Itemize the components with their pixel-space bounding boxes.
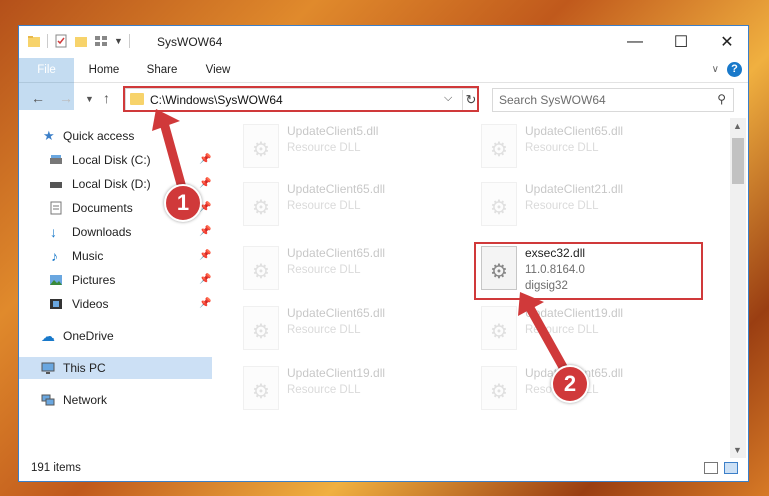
sidebar-item-label: Quick access [63, 129, 135, 143]
sidebar-item-label: OneDrive [63, 329, 114, 343]
scroll-up-icon[interactable]: ▲ [733, 121, 742, 131]
sidebar-item-label: Local Disk (C:) [72, 153, 151, 167]
file-type: Resource DLL [525, 200, 599, 212]
pc-icon [41, 362, 55, 374]
sidebar-item-onedrive[interactable]: ☁ OneDrive [19, 325, 212, 347]
quick-access-toolbar: ▼ [27, 34, 130, 48]
navigation-row: ← → ▼ ↑ C:\Windows\SysWOW64 ⌵ ↻ Search S… [19, 86, 748, 116]
dll-file-icon: ⚙ [243, 124, 279, 168]
list-item[interactable]: ⚙ UpdateClient65.dll Resource DLL [239, 180, 459, 232]
ribbon: File Home Share View ∨ ? [19, 58, 748, 110]
tab-share[interactable]: Share [139, 58, 185, 82]
file-type: Resource DLL [287, 200, 361, 212]
pin-icon[interactable]: 📌 [199, 293, 211, 315]
music-icon: ♪ [51, 248, 58, 264]
new-folder-icon[interactable] [74, 34, 88, 48]
file-highlight-box [474, 242, 703, 300]
pin-icon[interactable]: 📌 [199, 269, 211, 291]
sidebar-item-label: This PC [63, 361, 106, 375]
pictures-icon [50, 275, 62, 285]
dll-file-icon: ⚙ [243, 246, 279, 290]
close-button[interactable]: ✕ [704, 26, 748, 58]
window-title: SysWOW64 [157, 35, 223, 49]
file-type: Resource DLL [287, 324, 361, 336]
tab-view[interactable]: View [195, 58, 241, 82]
file-name: UpdateClient65.dll [525, 124, 624, 138]
customize-toolbar-icon[interactable] [94, 34, 108, 48]
sidebar-item-label: Music [72, 249, 104, 263]
scrollbar-thumb[interactable] [732, 138, 744, 184]
drive-icon [50, 155, 62, 164]
pin-icon[interactable]: 📌 [199, 245, 211, 267]
download-icon: ↓ [50, 224, 57, 240]
videos-icon [50, 299, 62, 309]
dll-file-icon: ⚙ [243, 306, 279, 350]
details-view-icon[interactable] [704, 462, 718, 474]
expand-ribbon-icon[interactable]: ∨ [712, 64, 719, 75]
forward-arrow-icon[interactable]: → [59, 90, 73, 106]
folder-icon [28, 36, 40, 47]
list-item[interactable]: ⚙ UpdateClient21.dll Resource DLL [477, 180, 697, 232]
search-icon[interactable]: ⚲ [717, 92, 726, 106]
dll-file-icon: ⚙ [481, 124, 517, 168]
file-type: Resource DLL [287, 142, 361, 154]
status-bar: 191 items [19, 458, 748, 481]
file-name: UpdateClient65.dll [287, 182, 386, 196]
sidebar-item-pictures[interactable]: Pictures 📌 [19, 269, 212, 291]
tiles-view-icon[interactable] [724, 462, 738, 474]
sidebar-item-label: Videos [72, 297, 109, 311]
file-name: UpdateClient21.dll [525, 182, 624, 196]
documents-icon [50, 201, 62, 215]
dll-file-icon: ⚙ [243, 366, 279, 410]
file-type: Resource DLL [287, 384, 361, 396]
list-item[interactable]: ⚙ UpdateClient19.dll Resource DLL [239, 364, 459, 416]
list-item[interactable]: ⚙ UpdateClient65.dll Resource DLL [239, 304, 459, 356]
back-arrow-icon[interactable]: ← [31, 90, 45, 106]
explorer-window: ▼ SysWOW64 — ☐ ✕ File Home Share View ∨ … [18, 25, 749, 482]
star-icon: ★ [43, 128, 55, 143]
search-placeholder: Search SysWOW64 [499, 93, 606, 107]
list-item[interactable]: ⚙ UpdateClient19.dll Resource DLL [477, 304, 697, 356]
maximize-button[interactable]: ☐ [658, 26, 704, 58]
file-type: Resource DLL [287, 264, 361, 276]
tab-home[interactable]: Home [81, 58, 127, 82]
chevron-down-icon[interactable]: ▼ [114, 36, 123, 46]
sidebar-item-label: Documents [72, 201, 133, 215]
cloud-icon: ☁ [41, 328, 55, 344]
file-name: UpdateClient65.dll [287, 306, 386, 320]
network-icon [41, 394, 55, 406]
vertical-scrollbar[interactable]: ▲ ▼ [730, 118, 746, 458]
sidebar-item-music[interactable]: ♪ Music 📌 [19, 245, 212, 267]
minimize-button[interactable]: — [612, 26, 658, 58]
up-arrow-icon[interactable]: ↑ [103, 90, 110, 106]
dll-file-icon: ⚙ [481, 182, 517, 226]
sidebar-item-label: Downloads [72, 225, 132, 239]
sidebar-item-label: Pictures [72, 273, 116, 287]
file-name: UpdateClient5.dll [287, 124, 379, 138]
list-item[interactable]: ⚙ UpdateClient5.dll Resource DLL [239, 122, 459, 174]
title-bar: ▼ SysWOW64 — ☐ ✕ [19, 26, 748, 58]
sidebar-item-this-pc[interactable]: This PC [19, 357, 212, 379]
step-1-badge: 1 [164, 184, 202, 222]
recent-locations-icon[interactable]: ▼ [85, 94, 94, 104]
sidebar-item-label: Network [63, 393, 108, 407]
step-2-badge: 2 [551, 365, 589, 403]
sidebar-item-videos[interactable]: Videos 📌 [19, 293, 212, 315]
properties-icon[interactable] [54, 34, 68, 48]
sidebar-item-label: Local Disk (D:) [72, 177, 151, 191]
help-icon[interactable]: ? [727, 62, 742, 77]
file-name: UpdateClient65.dll [287, 246, 386, 260]
sidebar-item-network[interactable]: Network [19, 389, 212, 411]
file-type: Resource DLL [525, 142, 599, 154]
drive-icon [50, 182, 62, 188]
item-count: 191 items [31, 462, 81, 474]
search-input[interactable]: Search SysWOW64 ⚲ [492, 88, 734, 112]
file-name: UpdateClient19.dll [287, 366, 386, 380]
scroll-down-icon[interactable]: ▼ [733, 445, 742, 455]
dll-file-icon: ⚙ [243, 182, 279, 226]
sidebar-item-downloads[interactable]: ↓ Downloads 📌 [19, 221, 212, 243]
list-item[interactable]: ⚙ UpdateClient65.dll Resource DLL [477, 122, 697, 174]
pin-icon[interactable]: 📌 [199, 221, 211, 243]
list-item[interactable]: ⚙ UpdateClient65.dll Resource DLL [239, 244, 459, 296]
